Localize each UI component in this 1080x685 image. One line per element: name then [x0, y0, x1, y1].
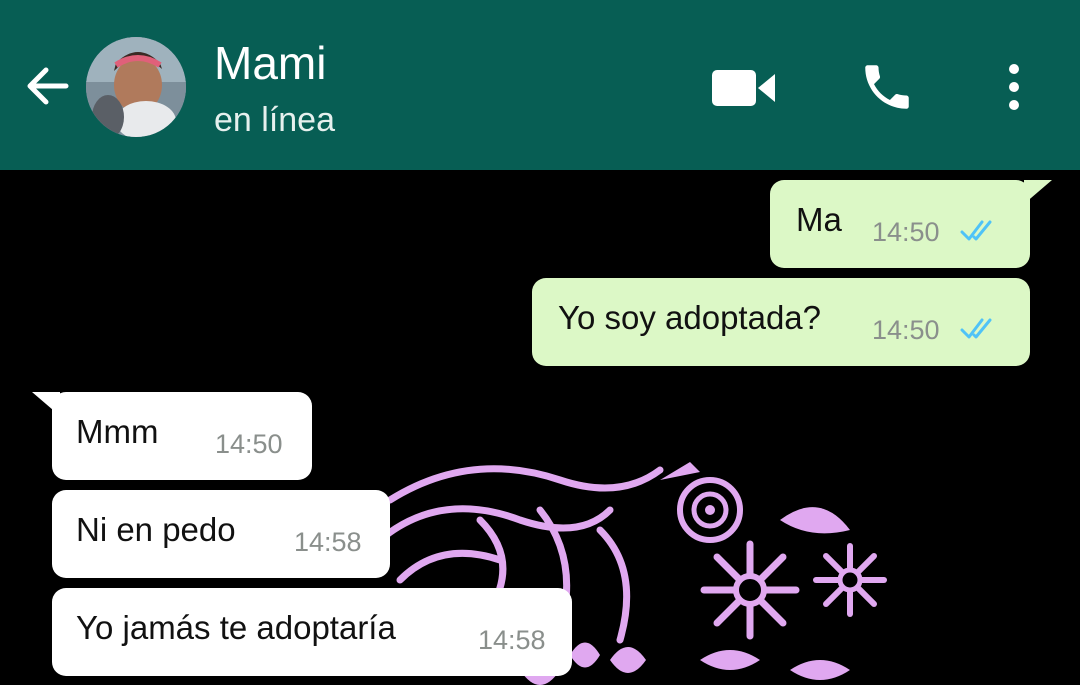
chat-header: Mami en línea — [0, 0, 1080, 170]
message-bubble[interactable]: Yo jamás te adoptaría 14:58 — [52, 588, 572, 676]
more-vert-icon — [1009, 64, 1019, 110]
message-text: Yo soy adoptada? — [558, 299, 822, 336]
message-time: 14:58 — [478, 625, 546, 655]
contact-avatar — [86, 37, 186, 137]
message-time: 14:50 — [872, 315, 940, 345]
double-check-read-icon — [960, 220, 992, 241]
message-bubble[interactable]: Yo soy adoptada? 14:50 — [532, 278, 1030, 366]
video-call-button[interactable] — [712, 68, 776, 113]
message-bubble[interactable]: Ma 14:50 — [770, 180, 1030, 268]
message-time: 14:58 — [294, 527, 362, 557]
message-text: Ma — [796, 201, 842, 238]
message-bubble[interactable]: Ni en pedo 14:58 — [52, 490, 390, 578]
contact-status: en línea — [214, 101, 335, 139]
message-time: 14:50 — [215, 429, 283, 459]
back-button[interactable] — [22, 58, 78, 114]
arrow-left-icon — [27, 67, 69, 105]
message-text: Ni en pedo — [76, 511, 236, 548]
video-call-icon — [712, 70, 775, 106]
voice-call-button[interactable] — [858, 58, 916, 121]
avatar[interactable] — [86, 37, 186, 137]
message-text: Yo jamás te adoptaría — [76, 609, 396, 646]
phone-icon — [865, 65, 909, 109]
contact-name[interactable]: Mami — [214, 38, 326, 88]
message-time: 14:50 — [872, 217, 940, 247]
message-bubble[interactable]: Mmm 14:50 — [52, 392, 312, 480]
more-options-button[interactable] — [1000, 62, 1028, 117]
message-text: Mmm — [76, 413, 159, 450]
double-check-read-icon — [960, 318, 992, 339]
chat-area[interactable]: Ma 14:50 Yo soy adoptada? 14:50 Mmm 14:5… — [0, 170, 1080, 685]
